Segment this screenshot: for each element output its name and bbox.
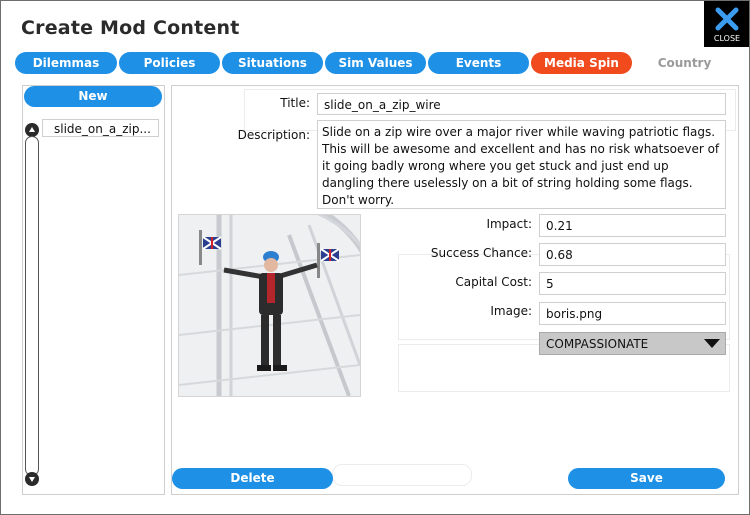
- new-button[interactable]: New: [24, 86, 162, 107]
- close-button[interactable]: CLOSE: [704, 1, 749, 47]
- category-dropdown[interactable]: COMPASSIONATE: [539, 332, 726, 355]
- tab-sim-values[interactable]: Sim Values: [325, 52, 426, 74]
- content-list-panel: New slide_on_a_zip...: [22, 85, 165, 495]
- tab-media-spin[interactable]: Media Spin: [531, 52, 632, 74]
- description-label: Description:: [237, 128, 310, 142]
- image-label: Image:: [490, 304, 532, 318]
- title-label: Title:: [280, 96, 310, 110]
- category-dropdown-value: COMPASSIONATE: [546, 337, 649, 351]
- tab-dilemmas[interactable]: Dilemmas: [15, 52, 117, 74]
- image-filename-input[interactable]: boris.png: [539, 302, 726, 325]
- impact-label: Impact:: [486, 217, 532, 231]
- title-input[interactable]: slide_on_a_zip_wire: [317, 93, 726, 115]
- scroll-down-button[interactable]: [25, 472, 39, 486]
- impact-input[interactable]: 0.21: [539, 214, 726, 237]
- tab-policies[interactable]: Policies: [119, 52, 220, 74]
- chevron-up-icon: [29, 127, 35, 132]
- close-icon: [715, 7, 739, 31]
- window-title: Create Mod Content: [21, 17, 240, 39]
- edit-form-panel: Title: slide_on_a_zip_wire Description: …: [171, 85, 739, 495]
- tab-country: Country: [657, 56, 712, 70]
- description-textarea[interactable]: Slide on a zip wire over a major river w…: [317, 120, 726, 209]
- scroll-up-button[interactable]: [25, 123, 39, 137]
- list-item[interactable]: slide_on_a_zip...: [42, 119, 159, 137]
- success-chance-input[interactable]: 0.68: [539, 243, 726, 266]
- capital-cost-label: Capital Cost:: [455, 275, 532, 289]
- image-illustration: [179, 215, 360, 396]
- capital-cost-input[interactable]: 5: [539, 272, 726, 295]
- close-label: CLOSE: [713, 34, 741, 43]
- success-chance-label: Success Chance:: [430, 246, 532, 260]
- delete-button[interactable]: Delete: [172, 468, 333, 489]
- dropdown-arrow-icon: [704, 339, 720, 348]
- create-mod-window: Create Mod Content CLOSE Dilemmas Polici…: [0, 0, 750, 515]
- scrollbar-track[interactable]: [25, 136, 39, 476]
- chevron-down-icon: [29, 477, 35, 482]
- tab-situations[interactable]: Situations: [222, 52, 323, 74]
- tab-events[interactable]: Events: [428, 52, 529, 74]
- preview-image: [178, 214, 361, 397]
- save-button[interactable]: Save: [568, 468, 725, 489]
